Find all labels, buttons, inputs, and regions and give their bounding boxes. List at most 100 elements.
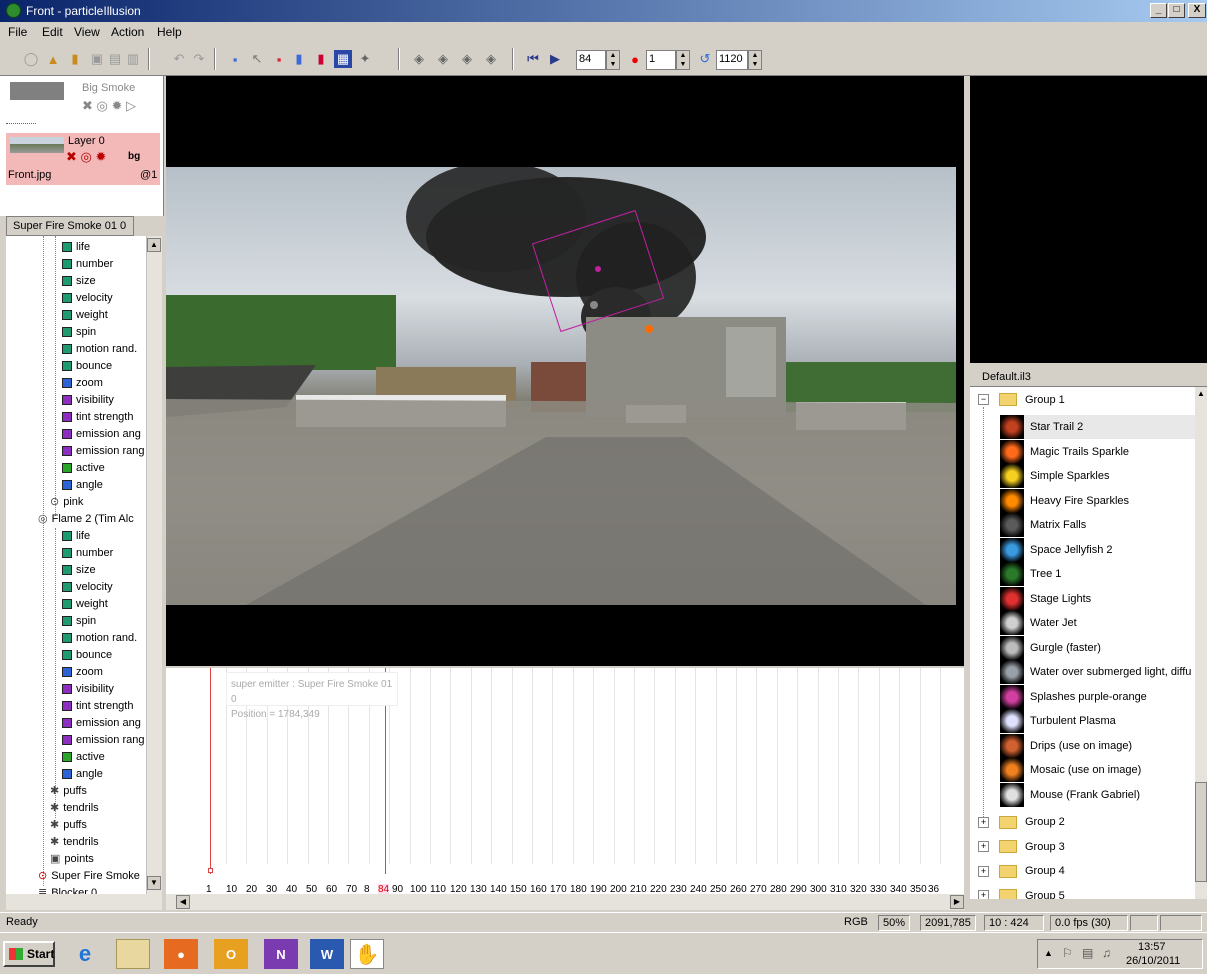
tree-item[interactable]: spin: [62, 612, 96, 629]
tree-item[interactable]: bounce: [62, 357, 112, 374]
tree-item[interactable]: ▣ points: [50, 850, 94, 867]
nav-down-icon[interactable]: ◈: [458, 50, 476, 68]
tree-item[interactable]: emission ranɡ: [62, 442, 144, 459]
preset-item[interactable]: Simple Sparkles: [1000, 464, 1195, 488]
viewport[interactable]: [166, 76, 964, 666]
group-row[interactable]: + Group 3: [978, 839, 1065, 855]
tree-item[interactable]: zoom: [62, 374, 103, 391]
play-icon[interactable]: ▶: [546, 50, 564, 68]
preset-item[interactable]: Mouse (Frank Gabriel): [1000, 782, 1195, 807]
ie-icon[interactable]: e: [68, 939, 102, 969]
nav-right-icon[interactable]: ◈: [482, 50, 500, 68]
tree-item[interactable]: emission ang: [62, 425, 141, 442]
preset-item[interactable]: Gurgle (faster): [1000, 635, 1195, 660]
tree-item[interactable]: visibility: [62, 680, 114, 697]
group-row[interactable]: + Group 4: [978, 863, 1065, 879]
tree-item[interactable]: ✱ tendrils: [50, 799, 99, 816]
preset-item[interactable]: Space Jellyfish 2: [1000, 537, 1195, 562]
layer-copy-icon[interactable]: ▤: [106, 50, 124, 68]
tree-item[interactable]: life: [62, 527, 90, 544]
tree-item[interactable]: bounce: [62, 646, 112, 663]
loop-icon[interactable]: ↺: [696, 50, 714, 68]
tree-item[interactable]: angle: [62, 765, 103, 782]
tree-item[interactable]: ≣ Blocker 0: [38, 884, 97, 895]
timeline-hscrollbar[interactable]: ◀ ▶: [166, 894, 964, 910]
expand-icon[interactable]: +: [978, 816, 989, 828]
tree-item[interactable]: emission ranɡ: [62, 731, 144, 748]
tree-item[interactable]: ⊙ Super Fire Smokе: [38, 867, 140, 884]
tree-item[interactable]: number: [62, 544, 113, 561]
tree-item[interactable]: tint strength: [62, 408, 133, 425]
preset-item[interactable]: Magic Trails Sparkle: [1000, 439, 1195, 464]
tree-item[interactable]: number: [62, 255, 113, 272]
group-row[interactable]: + Group 2: [978, 814, 1065, 830]
expand-icon[interactable]: +: [978, 890, 989, 899]
layer-name[interactable]: Big Smoke: [82, 82, 135, 94]
tree-item[interactable]: weight: [62, 595, 108, 612]
start-button[interactable]: Start: [3, 941, 55, 967]
paint-icon[interactable]: ▪: [270, 50, 288, 68]
tree-item[interactable]: size: [62, 272, 96, 289]
clock-time[interactable]: 13:57: [1138, 941, 1166, 953]
layer-delete-icon[interactable]: ▥: [124, 50, 142, 68]
menu-edit[interactable]: Edit: [42, 25, 63, 39]
emitter-icon[interactable]: ▪: [226, 50, 244, 68]
pin-icon[interactable]: ✦: [356, 50, 374, 68]
layer-new-icon[interactable]: ▣: [88, 50, 106, 68]
preset-item[interactable]: Stage Lights: [1000, 586, 1195, 611]
rewind-icon[interactable]: ⏮: [524, 50, 542, 68]
tree-item[interactable]: motion rand.: [62, 629, 137, 646]
minimize-button[interactable]: _: [1150, 3, 1167, 18]
nav-up-icon[interactable]: ◈: [434, 50, 452, 68]
end-frame-input[interactable]: 1120: [716, 50, 748, 70]
timeline[interactable]: super emitter : Super Fire Smoke 01 0 Po…: [166, 668, 964, 895]
preset-item[interactable]: Turbulent Plasma: [1000, 709, 1195, 733]
grid-icon[interactable]: ▦: [334, 50, 352, 68]
tree-item[interactable]: ⊙ pink: [50, 493, 83, 510]
undo-icon[interactable]: ↶: [170, 50, 188, 68]
tree-item[interactable]: active: [62, 459, 105, 476]
group-row[interactable]: + Group 5: [978, 888, 1065, 899]
select-icon[interactable]: ↖: [248, 50, 266, 68]
clock-date[interactable]: 26/10/2011: [1126, 955, 1180, 967]
onenote-icon[interactable]: N: [264, 939, 298, 969]
record-frame-spinner[interactable]: ▲ ▼: [676, 50, 690, 70]
volume-icon[interactable]: ♫: [1102, 946, 1111, 960]
tree-item[interactable]: velocity: [62, 578, 113, 595]
record-icon[interactable]: ●: [626, 50, 644, 68]
preset-item[interactable]: Tree 1: [1000, 562, 1195, 586]
menu-file[interactable]: File: [8, 25, 27, 39]
tree-item[interactable]: ✱ tendrils: [50, 833, 99, 850]
tree-item[interactable]: active: [62, 748, 105, 765]
tree-item[interactable]: ✱ puffs: [50, 816, 87, 833]
preset-item[interactable]: Drips (use on image): [1000, 733, 1195, 758]
blocker-icon[interactable]: ▮: [312, 50, 330, 68]
redo-icon[interactable]: ↷: [190, 50, 208, 68]
preset-item[interactable]: Water Jet: [1000, 611, 1195, 635]
tree-item[interactable]: ✱ puffs: [50, 782, 87, 799]
preset-item[interactable]: Heavy Fire Sparkles: [1000, 488, 1195, 513]
network-icon[interactable]: ▤: [1082, 946, 1093, 960]
group-1-row[interactable]: − Group 1: [978, 393, 1065, 406]
tree-item[interactable]: angle: [62, 476, 103, 493]
maximize-button[interactable]: □: [1168, 3, 1185, 18]
word-icon[interactable]: W: [310, 939, 344, 969]
menu-help[interactable]: Help: [157, 25, 182, 39]
tree-item[interactable]: visibility: [62, 391, 114, 408]
particleillusion-icon[interactable]: ✋: [350, 939, 384, 969]
tree-item[interactable]: ◎ Flame 2 (Tim Alc: [38, 510, 134, 527]
tree-item[interactable]: weight: [62, 306, 108, 323]
media-icon[interactable]: ●: [164, 939, 198, 969]
record-frame-input[interactable]: 1: [646, 50, 676, 70]
end-frame-spinner[interactable]: ▲ ▼: [748, 50, 762, 70]
preset-item[interactable]: Splashes purple-orange: [1000, 684, 1195, 709]
collapse-icon[interactable]: −: [978, 394, 989, 405]
explorer-icon[interactable]: [116, 939, 150, 969]
tree-item[interactable]: emission ang: [62, 714, 141, 731]
layer-row-selected[interactable]: Layer 0 ✖ ◎ ✹ bg Front.jpg @1: [6, 133, 160, 185]
preset-scrollbar[interactable]: ▲: [1195, 387, 1207, 899]
tray-expand-icon[interactable]: ▲: [1044, 948, 1053, 958]
frame-spinner[interactable]: ▲ ▼: [606, 50, 620, 70]
menu-action[interactable]: Action: [111, 25, 144, 39]
preset-item[interactable]: Matrix Falls: [1000, 513, 1195, 537]
